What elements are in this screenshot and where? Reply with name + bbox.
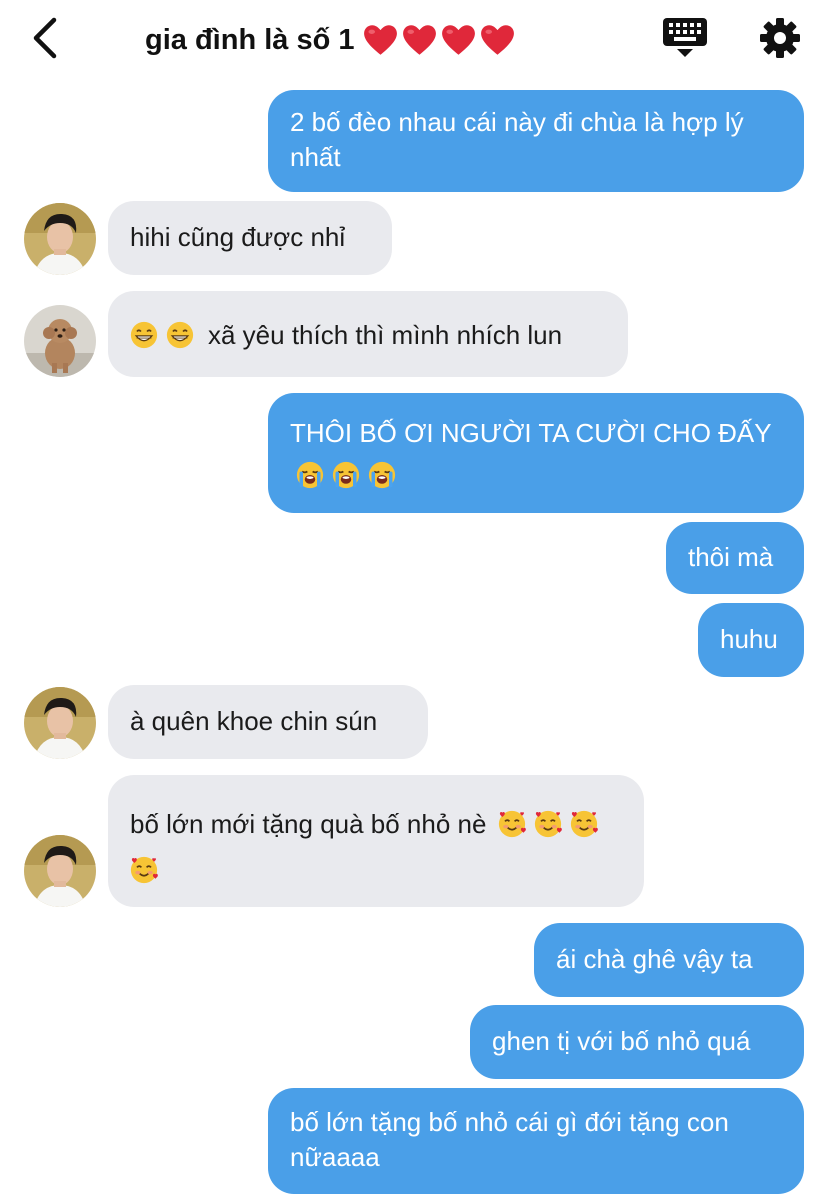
message-text: THÔI BỐ ƠI NGƯỜI TA CƯỜI CHO ĐẤY [290,418,772,448]
message-text: thôi mà [688,542,774,572]
smiling-face-with-hearts-icon [130,856,158,884]
message-bubble-incoming[interactable]: hihi cũng được nhỉ [108,201,392,275]
back-chevron-icon[interactable] [26,14,66,62]
grinning-face-icon [130,321,158,349]
message-bubble-outgoing[interactable]: thôi mà [666,522,804,594]
smiling-face-with-hearts-icon [498,810,526,838]
message-bubble-outgoing[interactable]: ái chà ghê vậy ta [534,923,804,997]
message-text: bố lớn tặng bố nhỏ cái gì đới tặng con n… [290,1107,729,1172]
message-text: hihi cũng được nhỉ [130,222,346,252]
message-bubble-incoming[interactable]: xã yêu thích thì mình nhích lun [108,291,628,377]
avatar-member-boy[interactable] [24,687,96,759]
avatar-member-boy[interactable] [24,835,96,907]
message-text: ghen tị với bố nhỏ quá [492,1026,751,1056]
chat-title: gia đình là số 1 [145,18,515,62]
smiling-face-with-hearts-icon [534,810,562,838]
loudly-crying-face-icon [296,461,324,489]
message-text: 2 bố đèo nhau cái này đi chùa là hợp lý … [290,107,744,172]
red-heart-icon [480,23,515,58]
message-text: bố lớn mới tặng quà bố nhỏ nè [130,809,487,839]
gear-icon[interactable] [758,16,802,60]
message-bubble-outgoing[interactable]: ghen tị với bố nhỏ quá [470,1005,804,1079]
message-bubble-outgoing[interactable]: THÔI BỐ ƠI NGƯỜI TA CƯỜI CHO ĐẤY [268,393,804,513]
message-bubble-incoming[interactable]: à quên khoe chin sún [108,685,428,759]
message-bubble-incoming[interactable]: bố lớn mới tặng quà bố nhỏ nè [108,775,644,907]
message-text: xã yêu thích thì mình nhích lun [208,320,563,350]
avatar-member-dog[interactable] [24,305,96,377]
loudly-crying-face-icon [332,461,360,489]
message-bubble-outgoing[interactable]: 2 bố đèo nhau cái này đi chùa là hợp lý … [268,90,804,192]
title-hearts [363,23,515,58]
message-text: huhu [720,624,778,654]
message-text: ái chà ghê vậy ta [556,944,753,974]
keyboard-icon[interactable] [660,14,710,60]
message-text: à quên khoe chin sún [130,706,378,736]
chat-title-text: gia đình là số 1 [145,24,355,56]
red-heart-icon [402,23,437,58]
avatar-member-boy[interactable] [24,203,96,275]
red-heart-icon [441,23,476,58]
smiling-face-with-hearts-icon [570,810,598,838]
red-heart-icon [363,23,398,58]
message-bubble-outgoing[interactable]: bố lớn tặng bố nhỏ cái gì đới tặng con n… [268,1088,804,1194]
chat-header: gia đình là số 1 [0,0,828,80]
loudly-crying-face-icon [368,461,396,489]
message-bubble-outgoing[interactable]: huhu [698,603,804,677]
grinning-face-icon [166,321,194,349]
